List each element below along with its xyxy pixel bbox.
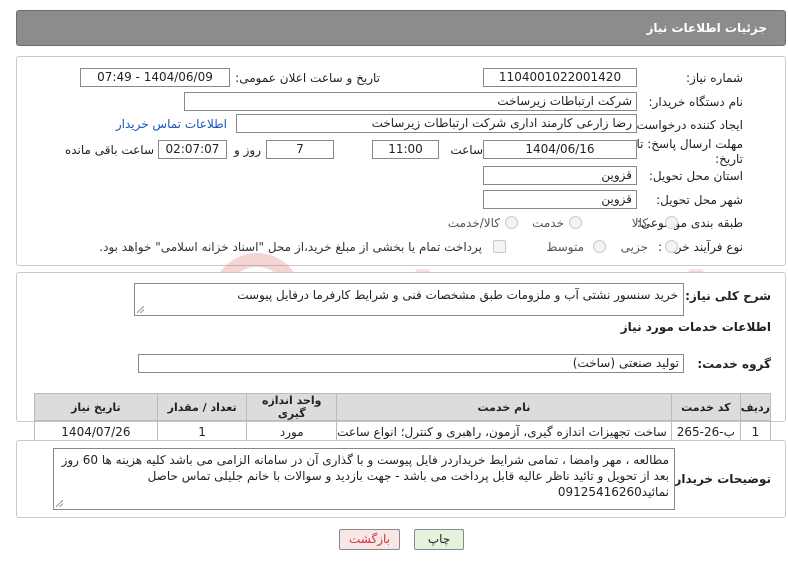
deadline-date-field: 1404/06/16 bbox=[483, 140, 637, 159]
buyer-notes-label: توضیحات خریدار: bbox=[669, 472, 771, 486]
time-label: ساعت bbox=[450, 143, 483, 157]
city-label: شهر محل تحویل: bbox=[656, 193, 743, 207]
process-radio-minor[interactable] bbox=[665, 240, 678, 253]
category-radio-service[interactable] bbox=[569, 216, 582, 229]
process-option-medium: متوسط bbox=[546, 240, 584, 254]
summary-label: شرح کلی نیاز: bbox=[685, 289, 771, 303]
category-label: طبقه بندی موضوعی: bbox=[636, 216, 743, 230]
services-section-title: اطلاعات خدمات مورد نیاز bbox=[620, 320, 771, 334]
process-option-minor: جزیی bbox=[620, 240, 648, 254]
print-button[interactable]: چاپ bbox=[414, 529, 464, 550]
service-group-field: تولید صنعتی (ساخت) bbox=[138, 354, 684, 373]
payment-note: پرداخت تمام یا بخشی از مبلغ خرید،از محل … bbox=[99, 240, 482, 254]
province-label: استان محل تحویل: bbox=[648, 169, 743, 183]
resize-grip-icon[interactable] bbox=[56, 500, 63, 507]
category-option-goods-service: کالا/خدمت bbox=[447, 216, 500, 230]
category-radio-goods[interactable] bbox=[665, 216, 678, 229]
col-quantity: تعداد / مقدار bbox=[156, 393, 248, 421]
col-service-name: نام خدمت bbox=[336, 393, 672, 421]
col-row-number: ردیف bbox=[739, 393, 772, 421]
announce-field: 1404/06/09 - 07:49 bbox=[80, 68, 230, 87]
col-unit: واحد اندازه گیری bbox=[246, 393, 338, 421]
need-number-label: شماره نیاز: bbox=[686, 71, 743, 85]
need-number-field: 1104001022001420 bbox=[483, 68, 637, 87]
category-option-goods: کالا bbox=[631, 216, 648, 230]
resize-grip-icon[interactable] bbox=[137, 306, 144, 313]
buyer-notes-textarea[interactable]: مطالعه ، مهر وامضا ، تمامی شرایط خریدارد… bbox=[53, 448, 675, 510]
buyer-org-label: نام دستگاه خریدار: bbox=[648, 95, 744, 109]
days-field: 7 bbox=[266, 140, 334, 159]
service-group-label: گروه خدمت: bbox=[697, 357, 771, 371]
province-field: قزوین bbox=[483, 166, 637, 185]
page-title: جزئیات اطلاعات نیاز bbox=[646, 21, 767, 35]
contact-info-link[interactable]: اطلاعات تماس خریدار bbox=[116, 117, 227, 131]
summary-text: خرید سنسور نشتی آب و ملزومات طبق مشخصات … bbox=[237, 288, 678, 302]
col-need-date: تاریخ نیاز bbox=[34, 393, 158, 421]
deadline-time-field: 11:00 bbox=[372, 140, 439, 159]
process-radio-medium[interactable] bbox=[593, 240, 606, 253]
panel-header: جزئیات اطلاعات نیاز bbox=[16, 10, 786, 46]
creator-field: رضا زارعی کارمند اداری شرکت ارتباطات زیر… bbox=[236, 114, 637, 133]
back-button[interactable]: بازگشت bbox=[339, 529, 400, 550]
creator-label: ایجاد کننده درخواست: bbox=[632, 118, 743, 132]
category-radio-goods-service[interactable] bbox=[505, 216, 518, 229]
payment-checkbox[interactable] bbox=[493, 240, 506, 253]
remaining-time-field: 02:07:07 bbox=[158, 140, 227, 159]
buyer-notes-text: مطالعه ، مهر وامضا ، تمامی شرایط خریدارد… bbox=[61, 453, 669, 499]
category-option-service: خدمت bbox=[532, 216, 564, 230]
summary-textarea[interactable]: خرید سنسور نشتی آب و ملزومات طبق مشخصات … bbox=[134, 283, 684, 316]
remaining-label: ساعت باقی مانده bbox=[64, 143, 154, 157]
services-table: ردیف کد خدمت نام خدمت واحد اندازه گیری ت… bbox=[34, 393, 772, 443]
announce-label: تاریخ و ساعت اعلان عمومی: bbox=[235, 71, 380, 85]
table-header-row: ردیف کد خدمت نام خدمت واحد اندازه گیری ت… bbox=[34, 393, 772, 421]
col-service-code: کد خدمت bbox=[670, 393, 741, 421]
buyer-org-field: شرکت ارتباطات زیرساخت bbox=[184, 92, 637, 111]
city-field: قزوین bbox=[483, 190, 637, 209]
need-info-frame bbox=[16, 56, 786, 266]
deadline-label-1: مهلت ارسال پاسخ: تا bbox=[636, 137, 743, 151]
deadline-label-2: تاریخ: bbox=[715, 152, 743, 166]
days-label: روز و bbox=[234, 143, 261, 157]
